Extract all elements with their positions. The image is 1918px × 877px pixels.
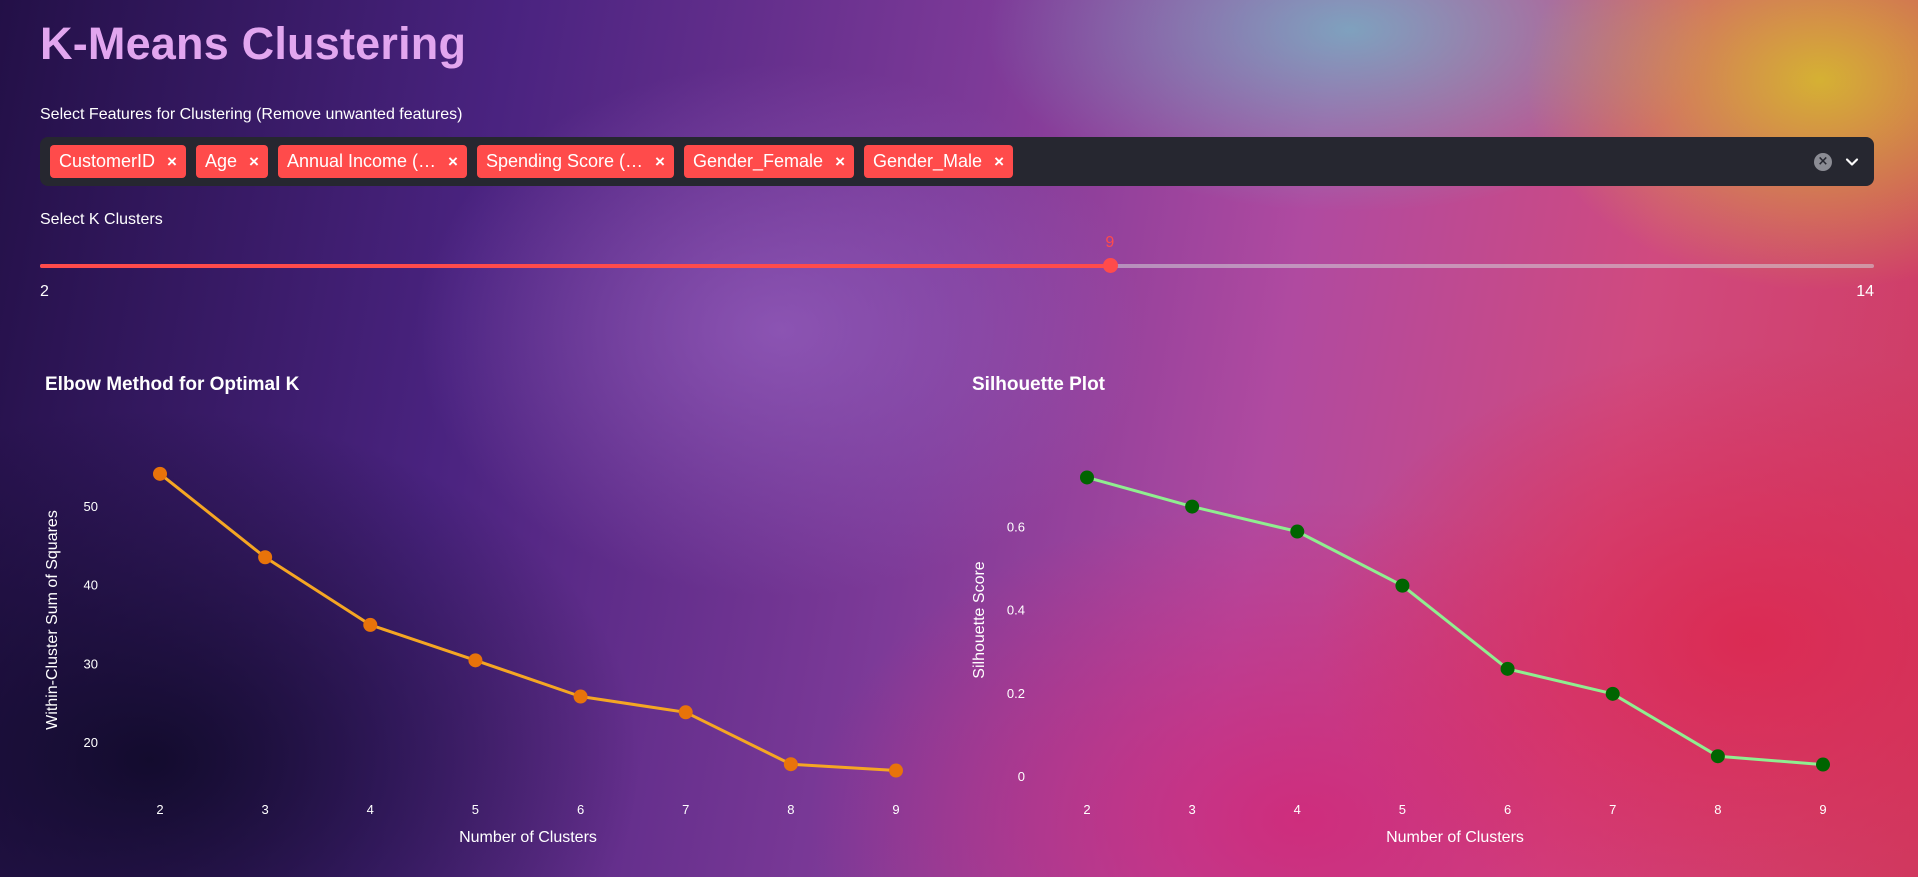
features-label: Select Features for Clustering (Remove u… (40, 106, 463, 123)
y-tick-label: 0 (1018, 769, 1025, 784)
x-tick-label: 3 (1189, 802, 1196, 817)
y-axis-label: Silhouette Score (971, 561, 988, 679)
feature-tag-age[interactable]: Age × (195, 145, 268, 178)
x-tick-label: 5 (472, 802, 479, 817)
x-tick-label: 3 (262, 802, 269, 817)
x-tick-label: 8 (1714, 802, 1721, 817)
data-point (1185, 499, 1200, 514)
data-point (1395, 578, 1410, 593)
data-point (1500, 661, 1515, 676)
data-point (1605, 686, 1620, 701)
x-axis-label: Number of Clusters (1386, 829, 1524, 846)
y-tick-label: 40 (84, 578, 98, 593)
feature-tag-gender-male[interactable]: Gender_Male × (864, 145, 1014, 178)
y-tick-label: 20 (84, 735, 98, 750)
series-marks (153, 466, 903, 778)
data-point (1816, 757, 1830, 772)
y-axis-label: Within-Cluster Sum of Squares (44, 510, 61, 730)
slider-value: 9 (1105, 234, 1115, 251)
feature-tag-annual-income[interactable]: Annual Income (… × (277, 145, 467, 178)
data-point (258, 550, 273, 565)
clear-all-icon[interactable]: × (1814, 153, 1832, 171)
feature-tag-label: CustomerID (59, 151, 156, 171)
series-marks (1080, 470, 1830, 772)
x-axis-label: Number of Clusters (459, 829, 597, 846)
data-point (889, 763, 903, 778)
data-point (678, 705, 693, 720)
series-line (1086, 475, 1824, 767)
slider-max-label: 14 (1856, 283, 1874, 300)
y-tick-label: 0.4 (1007, 603, 1025, 618)
slider-thumb[interactable] (1102, 258, 1118, 273)
x-tick-label: 4 (367, 802, 374, 817)
elbow-chart: Elbow Method for Optimal K Number of Clu… (44, 374, 903, 846)
slider-track-fill (40, 264, 1110, 268)
data-point (153, 466, 167, 481)
feature-tag-gender-female[interactable]: Gender_Female × (683, 145, 854, 178)
data-point (468, 653, 483, 668)
remove-icon[interactable]: × (835, 153, 845, 170)
chart-title: Elbow Method for Optimal K (45, 374, 300, 395)
page-title: K-Means Clustering (40, 18, 467, 69)
data-point (1080, 470, 1094, 485)
y-tick-label: 30 (84, 656, 98, 671)
x-tick-label: 7 (1609, 802, 1616, 817)
y-ticks: 20 30 40 50 (84, 499, 98, 750)
chevron-down-icon[interactable] (1844, 154, 1860, 170)
silhouette-chart: Silhouette Plot Number of Clusters Silho… (971, 374, 1830, 846)
y-tick-label: 0.6 (1007, 519, 1025, 534)
feature-tag-label: Annual Income (… (286, 151, 437, 171)
data-point (783, 757, 798, 772)
remove-icon[interactable]: × (167, 153, 177, 170)
x-tick-label: 2 (156, 802, 163, 817)
remove-icon[interactable]: × (448, 153, 458, 170)
selected-features: CustomerID × Age × Annual Income (… × Sp… (50, 145, 1014, 178)
x-tick-label: 5 (1399, 802, 1406, 817)
data-point (1290, 524, 1305, 539)
features-multiselect[interactable]: CustomerID × Age × Annual Income (… × Sp… (40, 137, 1874, 186)
remove-icon[interactable]: × (994, 153, 1004, 170)
remove-icon[interactable]: × (249, 153, 259, 170)
remove-icon[interactable]: × (655, 153, 665, 170)
x-tick-label: 8 (787, 802, 794, 817)
x-tick-label: 9 (1819, 802, 1826, 817)
x-tick-label: 6 (1504, 802, 1511, 817)
data-point (363, 617, 378, 632)
k-slider-label: Select K Clusters (40, 211, 163, 228)
feature-tag-label: Age (204, 151, 237, 171)
y-tick-label: 0.2 (1007, 686, 1025, 701)
x-tick-label: 7 (682, 802, 689, 817)
data-point (1710, 749, 1725, 764)
series-line (159, 472, 897, 772)
x-tick-label: 4 (1294, 802, 1301, 817)
y-ticks: 0 0.2 0.4 0.6 (1007, 519, 1025, 784)
slider-min-label: 2 (40, 283, 49, 300)
feature-tag-customerid[interactable]: CustomerID × (50, 145, 186, 178)
x-tick-label: 9 (892, 802, 899, 817)
x-tick-label: 6 (577, 802, 584, 817)
feature-tag-spending-score[interactable]: Spending Score (… × (476, 145, 674, 178)
data-point (573, 689, 588, 704)
feature-tag-label: Spending Score (… (485, 151, 644, 171)
chart-title: Silhouette Plot (972, 374, 1106, 395)
feature-tag-label: Gender_Male (873, 151, 983, 171)
x-tick-label: 2 (1083, 802, 1090, 817)
x-ticks: 2 3 4 5 6 7 8 9 (156, 802, 899, 817)
feature-tag-label: Gender_Female (692, 151, 824, 171)
k-slider[interactable]: 9 2 14 (40, 234, 1874, 300)
y-tick-label: 50 (84, 499, 98, 514)
x-ticks: 2 3 4 5 6 7 8 9 (1083, 802, 1826, 817)
